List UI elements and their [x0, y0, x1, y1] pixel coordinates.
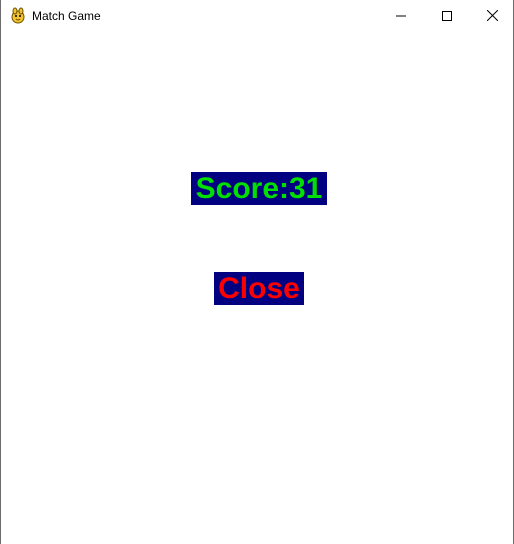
close-game-button[interactable]: Close	[214, 272, 304, 305]
close-game-label: Close	[218, 271, 300, 305]
game-canvas: Score:31 Close	[1, 31, 513, 544]
close-icon	[486, 10, 498, 21]
score-text: Score:31	[195, 171, 323, 205]
maximize-button[interactable]	[424, 0, 470, 31]
minimize-icon	[396, 15, 406, 16]
minimize-button[interactable]	[378, 0, 424, 31]
title-bar[interactable]: Match Game	[1, 0, 513, 31]
window-close-button[interactable]	[469, 0, 514, 31]
maximize-icon	[442, 10, 452, 21]
game-window: Match Game Score:31 Close	[0, 0, 514, 544]
pygame-snake-icon	[11, 7, 25, 24]
window-title: Match Game	[32, 9, 101, 23]
score-display: Score:31	[191, 172, 327, 205]
